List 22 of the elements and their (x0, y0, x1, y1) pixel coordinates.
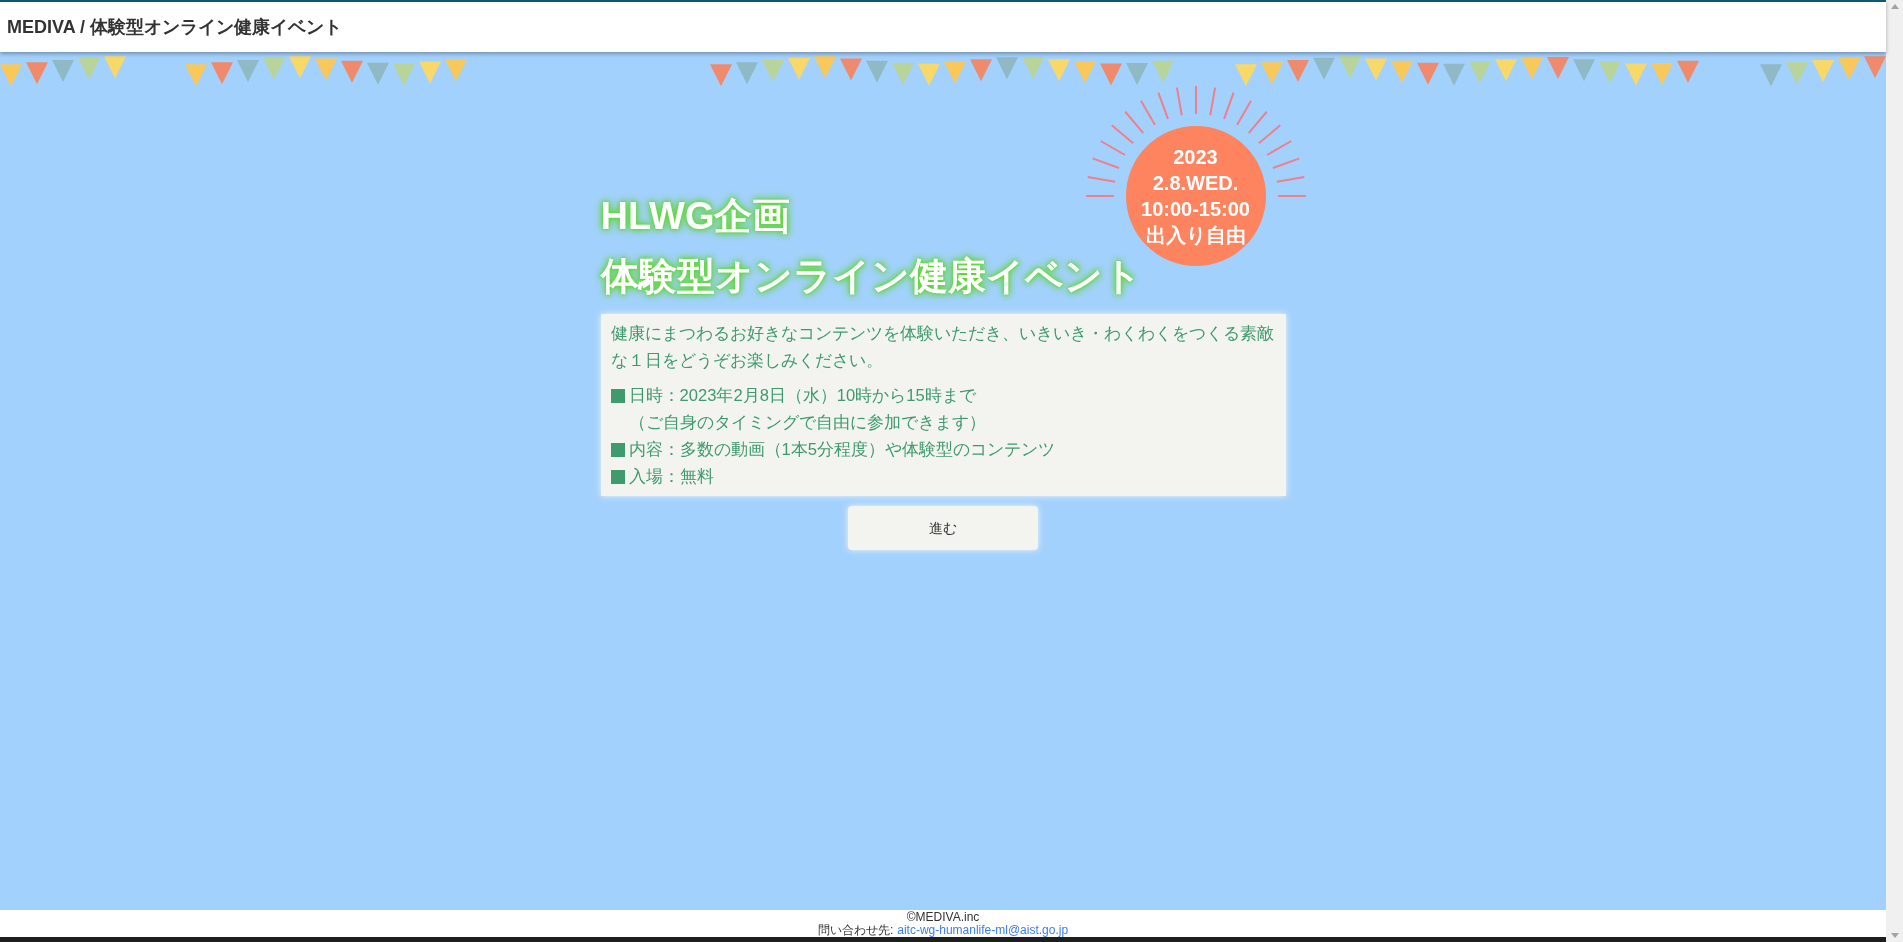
square-bullet-icon (610, 469, 625, 484)
event-title: HLWG企画 (600, 194, 791, 239)
copyright-text: ©MEDIVA.inc (906, 910, 980, 924)
header-title: MEDIVA / 体験型オンライン健康イベント (7, 15, 342, 39)
badge-text: 2023 (1173, 145, 1218, 170)
event-title: 体験型オンライン健康イベント (600, 254, 1142, 299)
scroll-down-icon[interactable] (1890, 933, 1899, 938)
scroll-up-icon[interactable] (1890, 4, 1899, 9)
info-note: （ご自身のタイミングで自由に参加できます） (627, 412, 987, 434)
badge-text: 出入り自由 (1145, 223, 1246, 248)
email-link[interactable]: aitc-wg-humanlife-ml@aist.go.jp (897, 923, 1069, 937)
badge-text: 2.8.WED. (1152, 171, 1239, 196)
square-bullet-icon (610, 388, 625, 403)
contact-label: 問い合わせ先: (817, 923, 894, 937)
proceed-button[interactable]: 進む (848, 506, 1038, 550)
info-text: 日時：2023年2月8日（水）10時から15時まで (628, 385, 976, 407)
badge-text: 10:00-15:00 (1141, 197, 1250, 222)
info-text: 内容：多数の動画（1本5分程度）や体験型のコンテンツ (628, 439, 1055, 461)
info-text: 入場：無料 (628, 466, 714, 488)
scrollbar[interactable] (1886, 0, 1903, 942)
square-bullet-icon (610, 442, 625, 457)
intro-text: 健康にまつわるお好きなコンテンツを体験いただき、いきいき・わくわくをつくる素敵な１日をどうぞお楽しみください。 (610, 323, 1275, 372)
